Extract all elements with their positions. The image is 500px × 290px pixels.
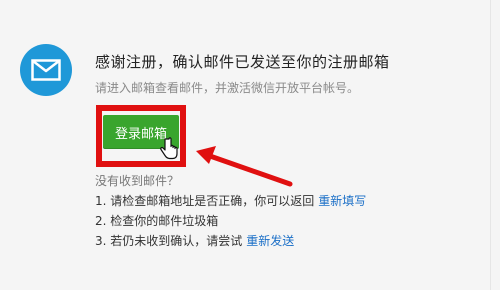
help-item: 1. 请检查邮箱地址是否正确，你可以返回 重新填写 xyxy=(95,192,366,209)
resend-link[interactable]: 重新发送 xyxy=(246,234,294,248)
refill-link[interactable]: 重新填写 xyxy=(318,194,366,208)
help-item: 2. 检查你的邮件垃圾箱 xyxy=(95,212,218,229)
confirmation-title: 感谢注册，确认邮件已发送至你的注册邮箱 xyxy=(95,53,390,71)
mail-icon xyxy=(20,44,72,96)
help-heading: 没有收到邮件？ xyxy=(95,174,180,188)
divider xyxy=(490,0,491,290)
help-item-text: 3. 若仍未收到确认，请尝试 xyxy=(95,234,243,248)
hand-pointer-icon xyxy=(160,137,178,160)
confirmation-subtitle: 请进入邮箱查看邮件，并激活微信开放平台帐号。 xyxy=(95,81,360,95)
envelope-icon xyxy=(31,59,61,81)
help-item-text: 1. 请检查邮箱地址是否正确，你可以返回 xyxy=(95,194,315,208)
help-item-text: 2. 检查你的邮件垃圾箱 xyxy=(95,214,219,228)
help-item: 3. 若仍未收到确认，请尝试 重新发送 xyxy=(95,232,294,249)
